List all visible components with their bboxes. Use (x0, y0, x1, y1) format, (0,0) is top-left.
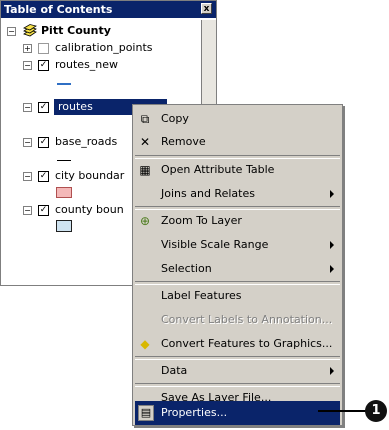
collapse-icon[interactable]: − (23, 138, 32, 147)
submenu-arrow-icon (330, 265, 334, 273)
collapse-icon[interactable]: − (23, 172, 32, 181)
collapse-icon[interactable]: − (23, 206, 32, 215)
menu-item-label: Visible Scale Range (161, 238, 269, 251)
menu-item-label: Label Features (161, 289, 242, 302)
close-icon[interactable]: x (201, 3, 212, 14)
tree-root-pitt-county[interactable]: − Pitt County (7, 23, 197, 39)
menu-item-label: Joins and Relates (161, 187, 255, 200)
menu-item-convert-features-to-graphics[interactable]: ◆ Convert Features to Graphics... (135, 332, 340, 356)
menu-item-label: Remove (161, 135, 206, 148)
line-symbol (57, 160, 71, 161)
menu-item-zoom-to-layer[interactable]: ⊕ Zoom To Layer (135, 209, 340, 233)
menu-item-copy[interactable]: ⧉ Copy (135, 107, 340, 131)
line-symbol (57, 83, 71, 85)
layer-checkbox[interactable]: ✓ (38, 102, 49, 113)
collapse-icon[interactable]: − (23, 61, 32, 70)
zoom-to-layer-icon: ⊕ (139, 214, 151, 228)
step-callout-badge: 1 (365, 400, 387, 422)
submenu-arrow-icon (330, 367, 334, 375)
collapse-icon[interactable]: − (7, 27, 16, 36)
layer-context-menu: ⧉ Copy ✕ Remove ▦ Open Attribute Table J… (132, 104, 343, 426)
menu-item-label: Open Attribute Table (161, 163, 275, 176)
layer-calibration-points[interactable]: + calibration_points (23, 40, 198, 56)
menu-item-label: Properties... (161, 406, 228, 419)
collapse-icon[interactable]: − (23, 103, 32, 112)
submenu-arrow-icon (330, 241, 334, 249)
layer-label: city boundar (55, 169, 125, 182)
menu-item-label: Convert Features to Graphics... (161, 337, 333, 350)
polygon-symbol (56, 220, 72, 232)
expand-icon[interactable]: + (23, 44, 32, 53)
menu-item-label: Convert Labels to Annotation... (161, 313, 333, 326)
properties-icon: ▤ (138, 405, 154, 421)
layer-checkbox[interactable]: ✓ (38, 137, 49, 148)
menu-item-visible-scale-range[interactable]: Visible Scale Range (135, 233, 340, 257)
root-label: Pitt County (41, 24, 111, 37)
menu-item-remove[interactable]: ✕ Remove (135, 130, 340, 154)
polygon-symbol (56, 187, 72, 198)
layer-label: base_roads (55, 135, 118, 148)
layer-checkbox[interactable]: ✓ (38, 60, 49, 71)
menu-item-label: Data (161, 364, 188, 377)
layer-label: county boun (55, 203, 124, 216)
toc-title-bar: Table of Contents x (1, 1, 216, 18)
menu-item-convert-labels-to-annotation[interactable]: Convert Labels to Annotation... (135, 308, 340, 332)
menu-item-open-attribute-table[interactable]: ▦ Open Attribute Table (135, 158, 340, 182)
data-frame-icon (23, 24, 37, 37)
menu-item-data[interactable]: Data (135, 359, 340, 383)
toc-title: Table of Contents (4, 3, 113, 16)
layer-checkbox[interactable] (38, 43, 49, 54)
copy-icon: ⧉ (140, 112, 150, 126)
layer-label: routes_new (55, 58, 119, 71)
menu-item-label: Selection (161, 262, 212, 275)
menu-item-label: Zoom To Layer (161, 214, 242, 227)
convert-graphics-icon: ◆ (140, 337, 150, 351)
layer-routes-new[interactable]: − ✓ routes_new (23, 57, 198, 73)
remove-icon: ✕ (139, 135, 151, 149)
submenu-arrow-icon (330, 190, 334, 198)
layer-label: calibration_points (55, 41, 153, 54)
menu-item-label: Copy (161, 112, 189, 125)
menu-item-properties[interactable]: ▤ Properties... (135, 401, 340, 425)
menu-item-label-features[interactable]: Label Features (135, 284, 340, 308)
menu-item-selection[interactable]: Selection (135, 257, 340, 281)
menu-item-joins-and-relates[interactable]: Joins and Relates (135, 182, 340, 206)
table-icon: ▦ (139, 163, 151, 177)
layer-checkbox[interactable]: ✓ (38, 205, 49, 216)
callout-line (318, 410, 366, 412)
layer-checkbox[interactable]: ✓ (38, 171, 49, 182)
